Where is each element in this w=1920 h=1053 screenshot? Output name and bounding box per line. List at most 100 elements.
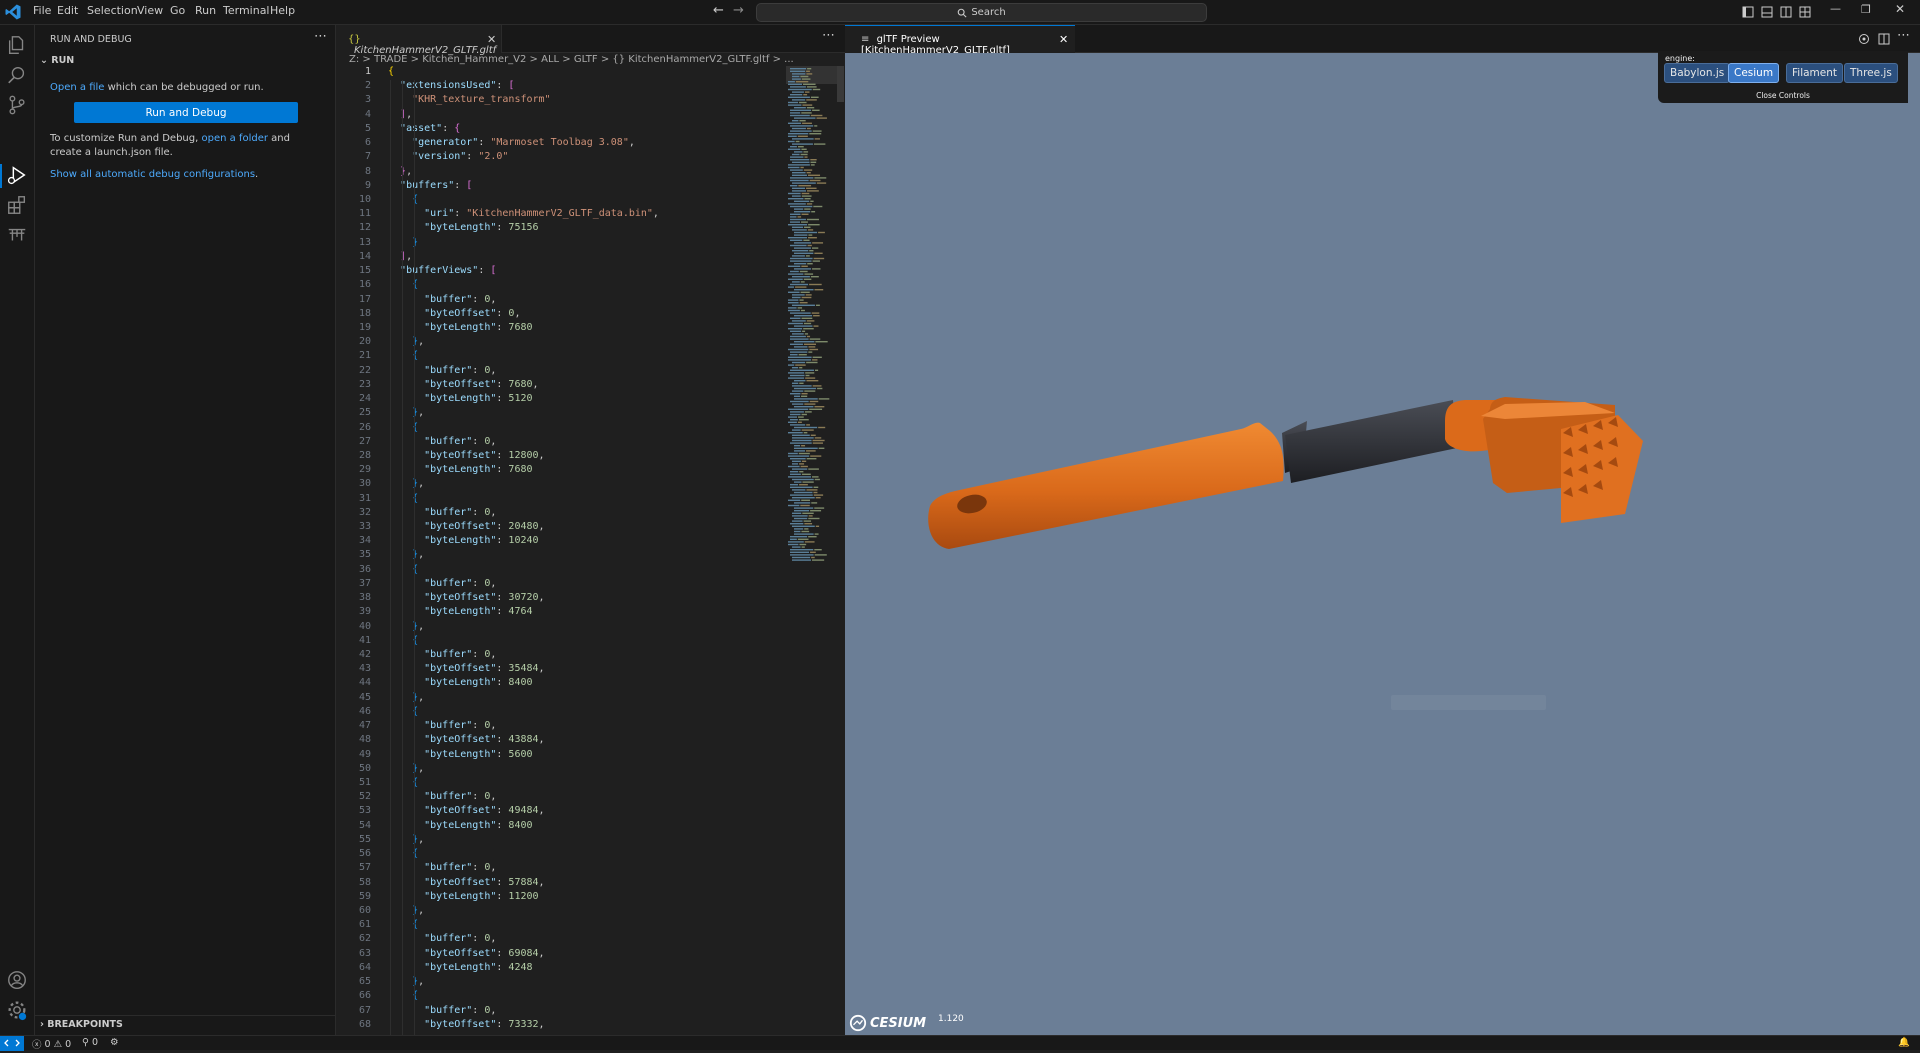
code-line[interactable]: "byteLength": 8400 xyxy=(388,677,532,688)
notifications-bell-icon[interactable]: 🔔 xyxy=(1898,1037,1910,1048)
code-line[interactable]: "byteLength": 7680 xyxy=(388,322,532,333)
minimize-icon[interactable]: — xyxy=(1830,2,1841,15)
source-control-icon[interactable] xyxy=(6,94,28,116)
settings-sync-icon[interactable] xyxy=(1858,33,1870,45)
code-line[interactable]: "byteOffset": 12800, xyxy=(388,450,544,461)
code-line[interactable]: }, xyxy=(388,407,424,418)
close-window-icon[interactable]: ✕ xyxy=(1895,2,1905,16)
code-line[interactable]: "buffer": 0, xyxy=(388,578,496,589)
customize-layout-icon[interactable] xyxy=(1799,6,1811,18)
code-line[interactable]: "byteLength": 11200 xyxy=(388,891,538,902)
code-line[interactable]: }, xyxy=(388,834,424,845)
engine-filament-button[interactable]: Filament xyxy=(1786,63,1844,83)
arrow-left-icon[interactable]: ← xyxy=(713,3,724,18)
code-line[interactable]: }, xyxy=(388,549,424,560)
code-line[interactable]: "buffer": 0, xyxy=(388,649,496,660)
code-line[interactable]: }, xyxy=(388,763,424,774)
open-folder-link[interactable]: open a folder xyxy=(201,133,267,144)
code-line[interactable]: "buffer": 0, xyxy=(388,365,496,376)
cesium-logo[interactable]: CESIUM xyxy=(849,1013,929,1033)
code-line[interactable]: }, xyxy=(388,478,424,489)
code-line[interactable]: "byteOffset": 30720, xyxy=(388,592,544,603)
menu-edit[interactable]: Edit xyxy=(57,4,78,17)
breakpoints-section-header[interactable]: › BREAKPOINTS xyxy=(40,1019,123,1030)
code-line[interactable]: }, xyxy=(388,621,424,632)
code-line[interactable]: "byteLength": 75156 xyxy=(388,222,538,233)
code-line[interactable]: "byteLength": 4248 xyxy=(388,962,532,973)
code-line[interactable]: "buffer": 0, xyxy=(388,507,496,518)
code-line[interactable]: "byteOffset": 49484, xyxy=(388,805,544,816)
editor-scrollbar-thumb[interactable] xyxy=(837,66,844,102)
run-and-debug-button[interactable]: Run and Debug xyxy=(74,102,298,123)
more-actions-icon[interactable]: ⋯ xyxy=(314,29,327,44)
code-line[interactable]: "byteLength": 5600 xyxy=(388,749,532,760)
code-line[interactable]: "byteOffset": 20480, xyxy=(388,521,544,532)
tab-gltf-file[interactable]: {} KitchenHammerV2_GLTF.gltf ✕ xyxy=(336,25,502,56)
run-section-header[interactable]: ⌄ RUN xyxy=(40,55,74,66)
code-line[interactable]: ], xyxy=(388,251,412,262)
arrow-right-icon[interactable]: → xyxy=(733,3,744,18)
problems-indicator[interactable]: ⓧ 0 ⚠ 0 xyxy=(32,1037,71,1052)
code-line[interactable]: { xyxy=(388,66,394,77)
open-file-link[interactable]: Open a file xyxy=(50,82,104,93)
code-line[interactable]: }, xyxy=(388,905,424,916)
code-line[interactable]: "KHR_texture_transform" xyxy=(388,94,550,105)
extensions-icon[interactable] xyxy=(6,194,28,216)
code-line[interactable]: "byteLength": 5120 xyxy=(388,393,532,404)
restore-icon[interactable]: ❐ xyxy=(1861,3,1871,16)
code-line[interactable]: "version": "2.0" xyxy=(388,151,508,162)
toggle-sidebar-icon[interactable] xyxy=(1742,6,1754,18)
code-line[interactable]: ], xyxy=(388,109,412,120)
gear-icon[interactable] xyxy=(6,999,28,1021)
ports-indicator[interactable]: ⚲ 0 xyxy=(82,1037,98,1048)
code-line[interactable]: "byteLength": 8400 xyxy=(388,820,532,831)
live-share-icon[interactable]: ⚙ xyxy=(110,1037,119,1048)
gltf-3d-viewport[interactable] xyxy=(845,53,1920,1035)
close-tab-icon[interactable]: ✕ xyxy=(487,33,496,46)
code-editor[interactable]: 1 {2 "extensionsUsed": [3 "KHR_texture_tr… xyxy=(336,66,786,1036)
code-line[interactable]: }, xyxy=(388,336,424,347)
code-line[interactable]: "bufferViews": [ xyxy=(388,265,496,276)
code-line[interactable]: "buffer": 0, xyxy=(388,436,496,447)
accounts-icon[interactable] xyxy=(6,969,28,991)
split-editor-icon[interactable] xyxy=(1878,33,1890,45)
explorer-icon[interactable] xyxy=(6,34,28,56)
close-tab-icon[interactable]: ✕ xyxy=(1059,33,1068,46)
code-line[interactable]: "buffer": 0, xyxy=(388,1005,496,1016)
command-center-search[interactable]: Search xyxy=(756,3,1207,22)
code-line[interactable]: "asset": { xyxy=(388,123,460,134)
code-line[interactable]: "generator": "Marmoset Toolbag 3.08", xyxy=(388,137,635,148)
code-line[interactable]: "byteOffset": 35484, xyxy=(388,663,544,674)
engine-babylon-button[interactable]: Babylon.js xyxy=(1664,63,1731,83)
code-line[interactable]: "buffer": 0, xyxy=(388,294,496,305)
code-line[interactable]: "buffer": 0, xyxy=(388,933,496,944)
menu-view[interactable]: View xyxy=(137,4,163,17)
code-line[interactable]: "byteOffset": 57884, xyxy=(388,877,544,888)
menu-run[interactable]: Run xyxy=(195,4,216,17)
code-line[interactable]: }, xyxy=(388,692,424,703)
menu-file[interactable]: File xyxy=(33,4,51,17)
code-line[interactable]: "byteLength": 10240 xyxy=(388,535,538,546)
code-line[interactable]: "uri": "KitchenHammerV2_GLTF_data.bin", xyxy=(388,208,659,219)
code-line[interactable]: "byteLength": 7680 xyxy=(388,464,532,475)
code-line[interactable]: "byteLength": 4764 xyxy=(388,606,532,617)
code-line[interactable]: "buffer": 0, xyxy=(388,791,496,802)
code-line[interactable]: "buffers": [ xyxy=(388,180,472,191)
code-line[interactable]: "extensionsUsed": [ xyxy=(388,80,514,91)
code-line[interactable]: "byteOffset": 73332, xyxy=(388,1019,544,1030)
code-line[interactable]: }, xyxy=(388,166,412,177)
code-line[interactable]: "byteOffset": 43884, xyxy=(388,734,544,745)
breadcrumb[interactable]: Z: > TRADE > Kitchen_Hammer_V2 > ALL > G… xyxy=(349,54,794,65)
menu-selection[interactable]: Selection xyxy=(87,4,138,17)
engine-cesium-button[interactable]: Cesium xyxy=(1728,63,1780,83)
menu-terminal[interactable]: Terminal xyxy=(223,4,270,17)
close-controls-link[interactable]: Close Controls xyxy=(1658,91,1908,100)
search-icon[interactable] xyxy=(6,64,28,86)
more-actions-icon[interactable]: ⋯ xyxy=(822,28,835,43)
toggle-panel-icon[interactable] xyxy=(1761,6,1773,18)
code-line[interactable]: "byteOffset": 7680, xyxy=(388,379,538,390)
code-line[interactable]: }, xyxy=(388,976,424,987)
code-line[interactable]: "buffer": 0, xyxy=(388,862,496,873)
code-line[interactable]: "byteOffset": 69084, xyxy=(388,948,544,959)
minimap[interactable] xyxy=(786,66,844,666)
